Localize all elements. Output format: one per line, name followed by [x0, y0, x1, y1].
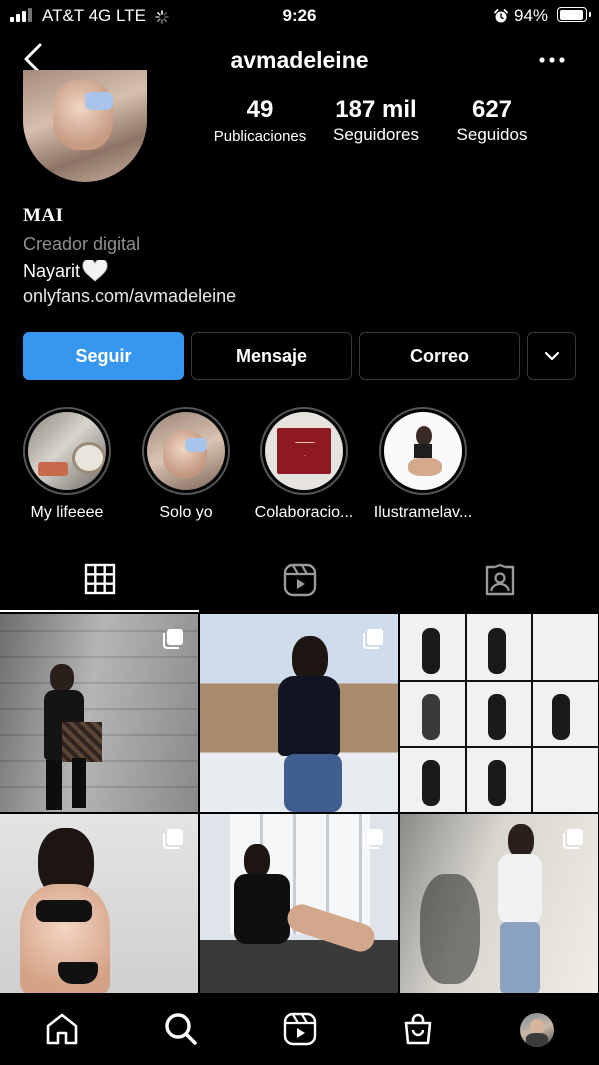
multi-photo-icon	[162, 628, 184, 655]
profile-avatar[interactable]	[23, 70, 147, 182]
active-tab-indicator	[0, 610, 199, 612]
stat-value: 187 mil	[335, 96, 417, 123]
message-button[interactable]: Mensaje	[191, 332, 352, 380]
tagged-icon	[485, 563, 514, 596]
status-bar: AT&T 4G LTE 9:26 94%	[0, 0, 599, 32]
reels-icon	[283, 1012, 317, 1046]
stat-followers[interactable]: 187 mil Seguidores	[316, 96, 436, 145]
home-icon	[46, 1013, 78, 1045]
chevron-down-icon	[544, 351, 559, 361]
more-options-button[interactable]	[538, 50, 566, 75]
email-button[interactable]: Correo	[359, 332, 520, 380]
tab-tagged[interactable]	[400, 563, 599, 597]
battery-icon	[557, 7, 591, 22]
tab-posts-grid[interactable]	[0, 563, 199, 595]
nav-reels[interactable]	[283, 1012, 317, 1051]
highlight-label: Ilustramelav...	[373, 504, 473, 521]
stat-label: Seguidos	[456, 125, 528, 144]
post-thumbnail[interactable]	[400, 614, 598, 812]
stat-value: 49	[246, 96, 274, 123]
highlight-my-life[interactable]: My lifeeee	[21, 407, 113, 522]
stat-label: Seguidores	[332, 125, 419, 144]
highlight-label: My lifeeee	[30, 504, 104, 521]
stat-label: Publicaciones	[213, 128, 307, 145]
profile-link[interactable]: onlyfans.com/avmadeleine	[23, 286, 236, 307]
profile-name: MAI	[23, 205, 64, 226]
alarm-icon	[493, 8, 509, 29]
highlight-colaboraciones[interactable]: Colaboracio...	[255, 407, 353, 522]
profile-category: Creador digital	[23, 234, 141, 254]
reels-icon	[283, 563, 316, 597]
grid-icon	[84, 563, 115, 595]
follow-button[interactable]: Seguir	[23, 332, 184, 380]
multi-photo-icon	[562, 828, 584, 855]
suggested-dropdown-button[interactable]	[527, 332, 576, 380]
stat-following[interactable]: 627 Seguidos	[432, 96, 552, 145]
battery-percentage: 94%	[514, 6, 549, 25]
highlight-label: Solo yo	[159, 504, 213, 521]
highlight-ilustramela[interactable]: Ilustramelav...	[374, 407, 472, 522]
white-heart-icon	[82, 260, 108, 282]
stat-value: 627	[471, 96, 513, 123]
multi-photo-icon	[362, 628, 384, 655]
post-thumbnail[interactable]	[0, 814, 198, 994]
nav-home[interactable]	[45, 1012, 79, 1051]
highlight-label: Colaboracio...	[254, 504, 354, 521]
clock: 9:26	[282, 6, 317, 25]
more-icon	[539, 57, 565, 63]
bio-line: Nayarit	[23, 260, 108, 282]
bio-text: Nayarit	[23, 260, 81, 281]
highlight-solo-yo[interactable]: Solo yo	[140, 407, 232, 522]
multi-photo-icon	[162, 828, 184, 855]
multi-photo-icon	[362, 828, 384, 855]
search-icon	[165, 1013, 197, 1045]
nav-shop[interactable]	[401, 1012, 435, 1051]
stat-posts[interactable]: 49 Publicaciones	[200, 96, 320, 145]
post-thumbnail[interactable]	[200, 614, 398, 812]
post-thumbnail[interactable]	[400, 814, 598, 994]
nav-profile-avatar[interactable]	[520, 1013, 554, 1047]
post-thumbnail[interactable]	[200, 814, 398, 994]
shop-icon	[404, 1013, 432, 1045]
tab-reels[interactable]	[200, 563, 399, 597]
post-thumbnail[interactable]	[0, 614, 198, 812]
nav-search[interactable]	[164, 1012, 198, 1051]
